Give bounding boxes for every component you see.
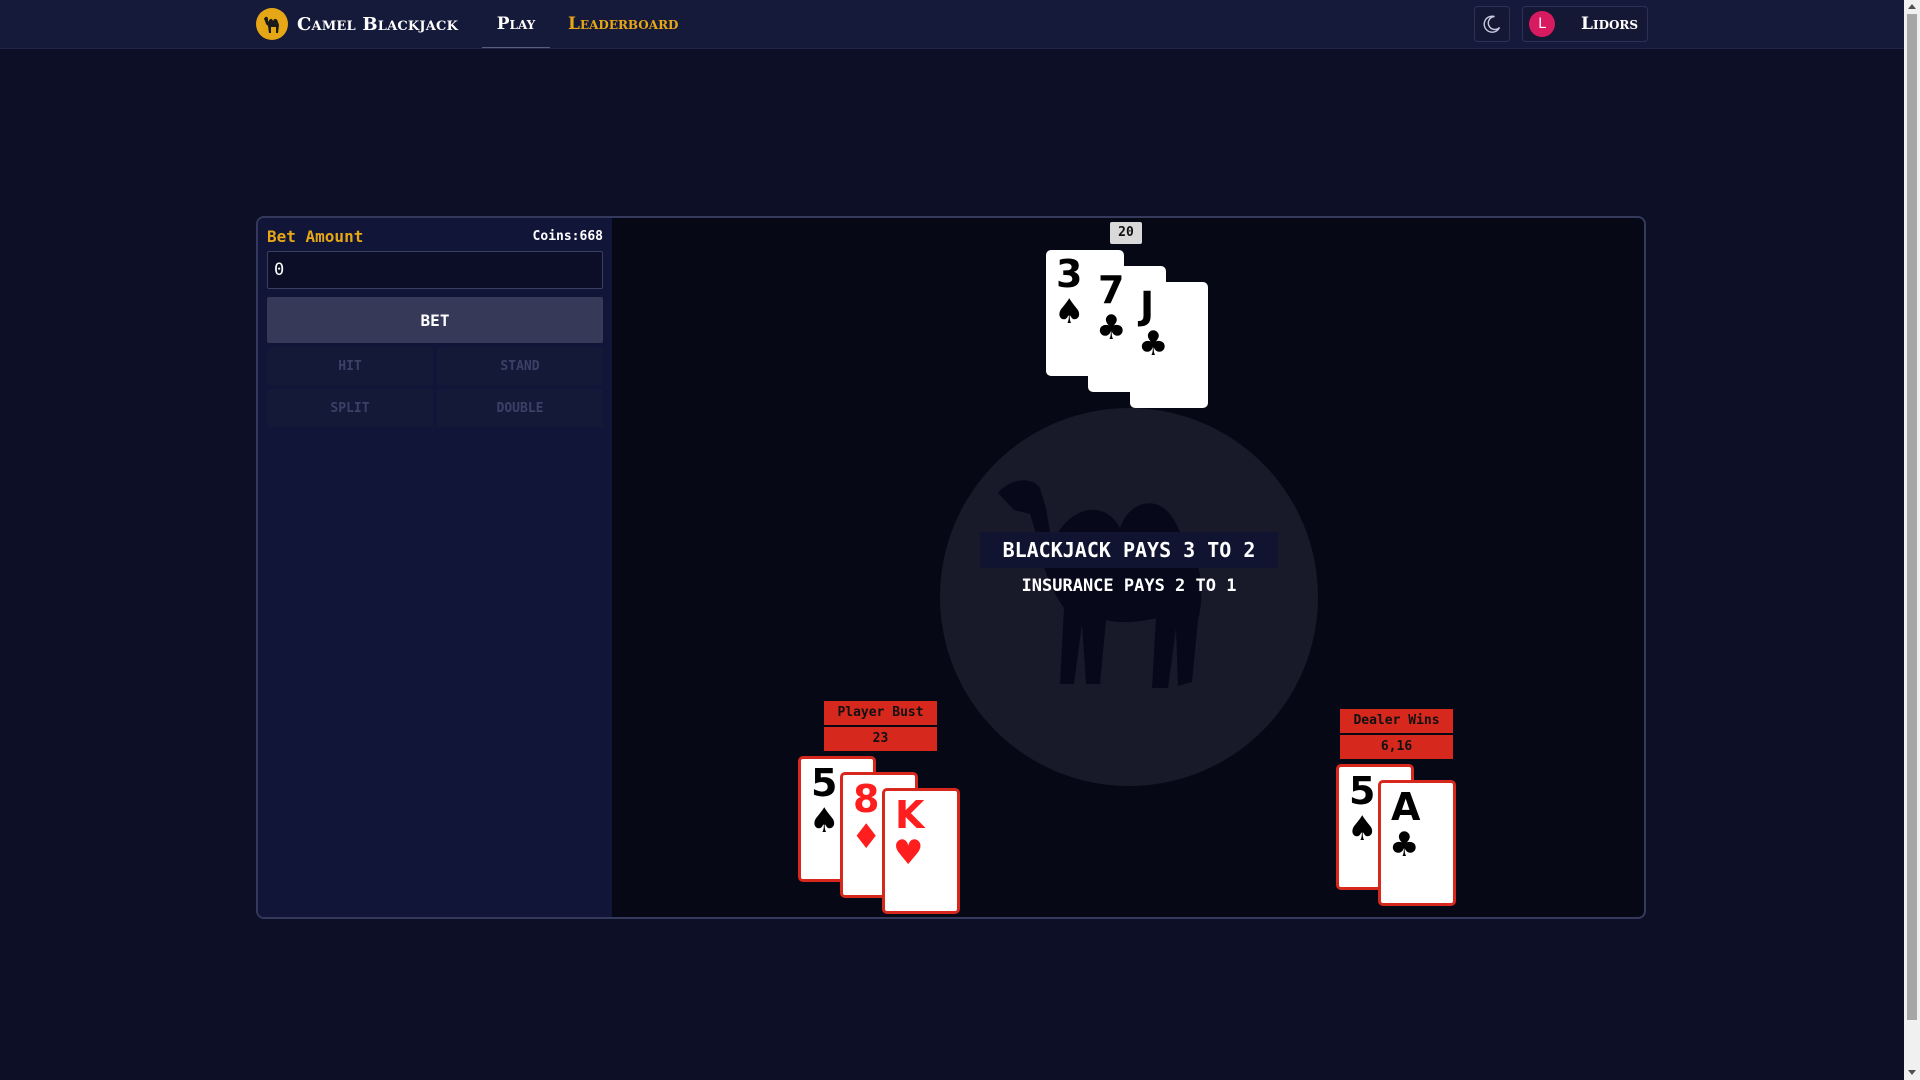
navbar: Camel Blackjack Play Leaderboard L Lidor… xyxy=(0,0,1904,49)
scroll-up-arrow-icon[interactable] xyxy=(1908,4,1916,9)
split-button[interactable]: SPLIT xyxy=(267,389,433,427)
moon-icon xyxy=(1483,15,1501,33)
card-rank: A xyxy=(1391,785,1421,829)
top-hand-score: 20 xyxy=(1110,222,1142,244)
card-rank: 5 xyxy=(811,761,838,805)
heart-suit-icon: ♥ xyxy=(893,833,924,873)
dealer-score-badge: 6,16 xyxy=(1340,735,1453,759)
bet-button[interactable]: BET xyxy=(267,297,603,343)
diamond-suit-icon: ♦ xyxy=(851,817,882,857)
bet-sidebar: Bet Amount Coins:668 BET HIT STAND SPLIT… xyxy=(258,218,612,917)
bet-amount-input[interactable] xyxy=(267,251,603,289)
card-rank: 5 xyxy=(1349,769,1376,813)
card-rank: J xyxy=(1140,284,1155,328)
playing-card: A ♣ xyxy=(1378,780,1456,906)
card-rank: 8 xyxy=(853,777,880,821)
card-rank: K xyxy=(895,793,925,837)
club-suit-icon: ♣ xyxy=(1096,308,1127,348)
camel-logo-icon xyxy=(256,8,288,40)
club-suit-icon: ♣ xyxy=(1138,324,1169,364)
camel-watermark xyxy=(940,408,1318,786)
scroll-down-arrow-icon[interactable] xyxy=(1908,1070,1916,1075)
insurance-payout-text: INSURANCE PAYS 2 TO 1 xyxy=(1021,576,1237,596)
theme-toggle-button[interactable] xyxy=(1474,6,1510,42)
user-name: Lidors xyxy=(1581,14,1639,34)
club-suit-icon: ♣ xyxy=(1389,825,1420,865)
stand-button[interactable]: STAND xyxy=(437,347,603,385)
hit-button[interactable]: HIT xyxy=(267,347,433,385)
user-menu[interactable]: L Lidors xyxy=(1522,6,1648,42)
brand-link[interactable]: Camel Blackjack xyxy=(256,8,458,40)
spade-suit-icon: ♠ xyxy=(1054,292,1085,332)
page-scrollbar[interactable] xyxy=(1904,0,1920,1080)
game-panel: Bet Amount Coins:668 BET HIT STAND SPLIT… xyxy=(256,216,1646,919)
avatar: L xyxy=(1529,11,1555,37)
bet-amount-label: Bet Amount xyxy=(267,227,364,246)
nav-leaderboard-link[interactable]: Leaderboard xyxy=(568,0,678,48)
card-rank: 7 xyxy=(1098,268,1125,312)
brand-name: Camel Blackjack xyxy=(297,13,459,35)
coins-balance: Coins:668 xyxy=(532,229,603,244)
scroll-thumb[interactable] xyxy=(1907,14,1917,1020)
double-button[interactable]: DOUBLE xyxy=(437,389,603,427)
camel-silhouette-icon xyxy=(998,480,1202,688)
blackjack-payout-text: BLACKJACK PAYS 3 TO 2 xyxy=(980,532,1278,568)
card-rank: 3 xyxy=(1056,252,1083,296)
player-score-badge: 23 xyxy=(824,727,937,751)
spade-suit-icon: ♠ xyxy=(809,801,840,841)
playing-card: J ♣ xyxy=(1130,282,1208,408)
player-status-badge: Player Bust xyxy=(824,701,937,725)
spade-suit-icon: ♠ xyxy=(1347,809,1378,849)
nav-play-link[interactable]: Play xyxy=(482,0,550,48)
playing-card: K ♥ xyxy=(882,788,960,914)
dealer-status-badge: Dealer Wins xyxy=(1340,709,1453,733)
